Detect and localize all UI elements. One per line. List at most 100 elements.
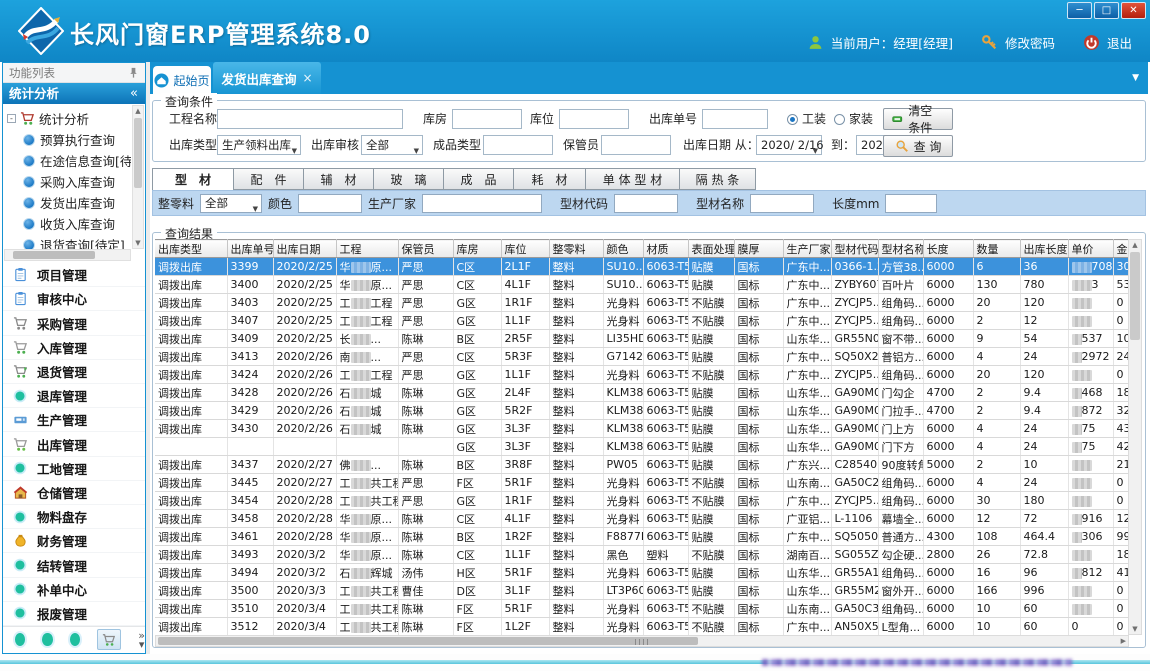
tree-vertical-scrollbar[interactable]: ▲ ▼ (132, 105, 144, 249)
sidebar-item-结转管理[interactable]: 结转管理 (3, 553, 145, 577)
grid-horizontal-scrollbar[interactable]: ▶ (155, 635, 1129, 647)
material-tab-1[interactable]: 型 材 (152, 168, 234, 191)
tree-horizontal-scrollbar[interactable] (4, 249, 131, 261)
tree-root-statistics[interactable]: - 统计分析 (7, 108, 131, 129)
order-no-input[interactable] (702, 109, 768, 129)
column-header[interactable]: 颜色 (603, 240, 643, 258)
green-circle-icon[interactable] (15, 633, 25, 646)
sidebar-item-物料盘存[interactable]: 物料盘存 (3, 505, 145, 529)
scroll-down-icon[interactable]: ▼ (133, 238, 143, 248)
scroll-down-icon[interactable]: ▼ (1129, 624, 1141, 634)
sidebar-item-退货管理[interactable]: 退货管理 (3, 360, 145, 384)
sidebar-item-入库管理[interactable]: 入库管理 (3, 336, 145, 360)
column-header[interactable]: 保管员 (398, 240, 453, 258)
table-row[interactable]: 调拨出库34132020/2/26南...严思C区5R3F整料G71422606… (155, 348, 1129, 366)
column-header[interactable]: 出库单号 (227, 240, 273, 258)
length-input[interactable] (885, 194, 937, 213)
product-type-input[interactable] (483, 135, 553, 155)
table-row[interactable]: 调拨出库34942020/3/2石辉城汤伟H区5R1F整料光身料6063-T5贴… (155, 564, 1129, 582)
column-header[interactable]: 库房 (453, 240, 501, 258)
table-row[interactable]: G区3L3F整料KLM38176063-T5贴膜国标山东华...GA90M09.… (155, 438, 1129, 456)
logout-link[interactable]: 退出 (1107, 33, 1132, 52)
scroll-right-icon[interactable]: ▶ (1121, 637, 1126, 645)
column-header[interactable]: 膜厚 (734, 240, 783, 258)
tree-expander-icon[interactable]: - (7, 114, 16, 123)
tree-item[interactable]: 退货查询[待定] (7, 234, 131, 249)
table-row[interactable]: 调拨出库35102020/3/4工共工程陈琳F区5R1F整料光身料6063-T5… (155, 600, 1129, 618)
table-row[interactable]: 调拨出库35002020/3/3工共工程曹佳D区3L1F整料LT3P606063… (155, 582, 1129, 600)
tree-item[interactable]: 采购入库查询 (7, 171, 131, 192)
material-tab-2[interactable]: 配 件 (234, 168, 304, 190)
table-row[interactable]: 调拨出库34542020/2/28工共工程严思G区1R1F整料光身料6063-T… (155, 492, 1129, 510)
color-input[interactable] (298, 194, 362, 213)
column-header[interactable]: 出库日期 (273, 240, 336, 258)
search-button[interactable]: 查 询 (883, 135, 953, 157)
sidebar-item-采购管理[interactable]: 采购管理 (3, 311, 145, 335)
table-row[interactable]: 调拨出库34072020/2/25工工程严思G区1L1F整料光身料6063-T5… (155, 312, 1129, 330)
column-header[interactable]: 长度 (923, 240, 973, 258)
column-header[interactable]: 材质 (643, 240, 688, 258)
column-header[interactable]: 出库类型 (155, 240, 227, 258)
column-header[interactable]: 金 (1113, 240, 1129, 258)
column-header[interactable]: 工程 (336, 240, 398, 258)
cart-button[interactable] (97, 629, 121, 650)
radio-jiazhuang[interactable]: 家装 (834, 109, 873, 130)
scroll-up-icon[interactable]: ▲ (1129, 240, 1141, 250)
column-header[interactable]: 整零料 (549, 240, 603, 258)
keeper-input[interactable] (601, 135, 671, 155)
sidebar-item-审核中心[interactable]: 审核中心 (3, 287, 145, 311)
clear-conditions-button[interactable]: 清空条件 (883, 108, 953, 130)
location-input[interactable] (559, 109, 629, 129)
project-name-input[interactable] (217, 109, 403, 129)
radio-gongzhuang[interactable]: 工装 (787, 109, 826, 130)
material-tab-5[interactable]: 成 品 (444, 168, 514, 190)
material-tab-3[interactable]: 辅 材 (304, 168, 374, 190)
sidebar-item-报废管理[interactable]: 报废管理 (3, 602, 145, 626)
column-header[interactable]: 型材名称 (878, 240, 923, 258)
manufacturer-input[interactable] (422, 194, 542, 213)
sidebar-group-statistics[interactable]: 统计分析 « (3, 83, 145, 104)
sidebar-item-出库管理[interactable]: 出库管理 (3, 432, 145, 456)
tab-shipping-outbound-query[interactable]: 发货出库查询 × (213, 62, 321, 94)
pin-icon[interactable] (127, 66, 140, 79)
close-button[interactable]: ✕ (1121, 2, 1146, 19)
sidebar-item-生产管理[interactable]: 生产管理 (3, 408, 145, 432)
column-header[interactable]: 表面处理 (688, 240, 734, 258)
table-row[interactable]: 调拨出库34302020/2/26石城陈琳G区3L3F整料KLM38176063… (155, 420, 1129, 438)
whole-piece-select[interactable]: 全部▼ (200, 194, 262, 213)
tree-item[interactable]: 收货入库查询 (7, 213, 131, 234)
column-header[interactable]: 出库长度 (1020, 240, 1068, 258)
sidebar-item-项目管理[interactable]: 项目管理 (3, 263, 145, 287)
scroll-up-icon[interactable]: ▲ (133, 106, 143, 116)
warehouse-input[interactable] (452, 109, 522, 129)
material-tab-7[interactable]: 单 体 型 材 (586, 168, 680, 190)
date-from-select[interactable]: 2020/ 2/16▼ (756, 135, 822, 155)
table-row[interactable]: 调拨出库34582020/2/28华原...陈琳C区4L1F整料光身料6063-… (155, 510, 1129, 528)
material-tab-6[interactable]: 耗 材 (514, 168, 586, 190)
audit-select[interactable]: 全部▼ (361, 135, 423, 155)
close-tab-icon[interactable]: × (302, 71, 312, 85)
table-row[interactable]: 调拨出库33992020/2/25华原...严思C区2L1F整料SU10...6… (155, 258, 1129, 276)
table-row[interactable]: 调拨出库35122020/3/4工共工程陈琳F区1L2F整料光身料6063-T5… (155, 618, 1129, 636)
outbound-type-select[interactable]: 生产领料出库▼ (217, 135, 301, 155)
tree-item[interactable]: 发货出库查询 (7, 192, 131, 213)
column-header[interactable]: 单价 (1068, 240, 1113, 258)
sidebar-item-仓储管理[interactable]: 仓储管理 (3, 481, 145, 505)
table-row[interactable]: 调拨出库34292020/2/26石城陈琳G区5R2F整料KLM38176063… (155, 402, 1129, 420)
tab-list-dropdown-icon[interactable]: ▼ (1132, 73, 1139, 83)
table-row[interactable]: 调拨出库34452020/2/27工共工程严思F区5R1F整料光身料6063-T… (155, 474, 1129, 492)
table-row[interactable]: 调拨出库34282020/2/26石城陈琳G区2L4F整料KLM38176063… (155, 384, 1129, 402)
table-row[interactable]: 调拨出库34092020/2/25长...陈琳B区2R5F整料LI35HD606… (155, 330, 1129, 348)
table-row[interactable]: 调拨出库34002020/2/25华原...严思C区4L1F整料SU10...6… (155, 276, 1129, 294)
profile-code-input[interactable] (614, 194, 678, 213)
table-row[interactable]: 调拨出库34372020/2/27佛...陈琳B区3R8F整料PW056063-… (155, 456, 1129, 474)
table-row[interactable]: 调拨出库34242020/2/26工工程严思G区1L1F整料光身料6063-T5… (155, 366, 1129, 384)
column-header[interactable]: 型材代码 (831, 240, 878, 258)
tree-item[interactable]: 在途信息查询[待 (7, 150, 131, 171)
sidebar-item-财务管理[interactable]: 财务管理 (3, 529, 145, 553)
sidebar-item-补单中心[interactable]: 补单中心 (3, 578, 145, 602)
profile-name-input[interactable] (750, 194, 814, 213)
column-header[interactable]: 生产厂家 (783, 240, 831, 258)
green-circle-icon[interactable] (70, 633, 80, 646)
sidebar-item-工地管理[interactable]: 工地管理 (3, 457, 145, 481)
